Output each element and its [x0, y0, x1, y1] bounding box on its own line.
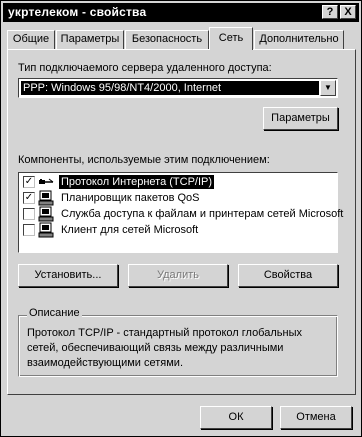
server-type-value: PPP: Windows 95/98/NT4/2000, Internet	[21, 81, 319, 95]
server-type-select[interactable]: PPP: Windows 95/98/NT4/2000, Internet ▼	[18, 78, 338, 98]
remove-button[interactable]: Удалить	[128, 264, 228, 287]
server-type-label: Тип подключаемого сервера удаленного дос…	[18, 62, 272, 74]
help-button[interactable]: ?	[322, 5, 338, 19]
computer-icon	[38, 206, 54, 222]
ok-button[interactable]: ОК	[200, 406, 272, 429]
component-checkbox[interactable]	[23, 224, 35, 236]
network-cable-icon	[39, 178, 54, 184]
tab-security[interactable]: Безопасность	[125, 30, 209, 49]
description-text: Протокол TCP/IP - стандартный протокол г…	[27, 327, 302, 369]
tab-options[interactable]: Параметры	[56, 30, 124, 49]
list-item[interactable]: Служба доступа к файлам и принтерам сете…	[21, 206, 343, 222]
list-item[interactable]: Клиент для сетей Microsoft	[21, 222, 335, 238]
properties-window: укртелеком - свойства ? X Общие Параметр…	[0, 0, 362, 437]
close-button[interactable]: X	[340, 5, 356, 19]
install-button[interactable]: Установить...	[18, 264, 118, 287]
chevron-down-icon[interactable]: ▼	[320, 80, 336, 96]
properties-button[interactable]: Свойства	[238, 264, 338, 287]
computer-icon	[38, 190, 54, 206]
list-item[interactable]: ✓ Планировщик пакетов QoS	[21, 190, 335, 206]
tab-network[interactable]: Сеть	[209, 27, 253, 50]
components-label: Компоненты, используемые этим подключени…	[18, 154, 270, 166]
server-settings-button[interactable]: Параметры	[263, 107, 338, 130]
component-label: Клиент для сетей Microsoft	[61, 224, 199, 236]
component-label: Планировщик пакетов QoS	[61, 192, 200, 204]
computer-icon	[38, 222, 54, 238]
components-list[interactable]: ✓ Протокол Интернета (TCP/IP) ✓ Планиров…	[18, 172, 343, 253]
component-checkbox[interactable]: ✓	[23, 192, 35, 204]
description-legend: Описание	[27, 307, 82, 319]
cancel-button[interactable]: Отмена	[280, 406, 352, 429]
tab-general[interactable]: Общие	[7, 30, 55, 49]
component-label: Служба доступа к файлам и принтерам сете…	[61, 208, 344, 220]
window-title: укртелеком - свойства	[8, 5, 147, 19]
list-item[interactable]: ✓ Протокол Интернета (TCP/IP)	[21, 174, 335, 190]
component-checkbox[interactable]: ✓	[23, 176, 35, 188]
tab-advanced[interactable]: Дополнительно	[254, 30, 344, 49]
component-label: Протокол Интернета (TCP/IP)	[59, 175, 215, 189]
component-checkbox[interactable]	[23, 208, 35, 220]
title-bar[interactable]: укртелеком - свойства ? X	[3, 3, 359, 22]
